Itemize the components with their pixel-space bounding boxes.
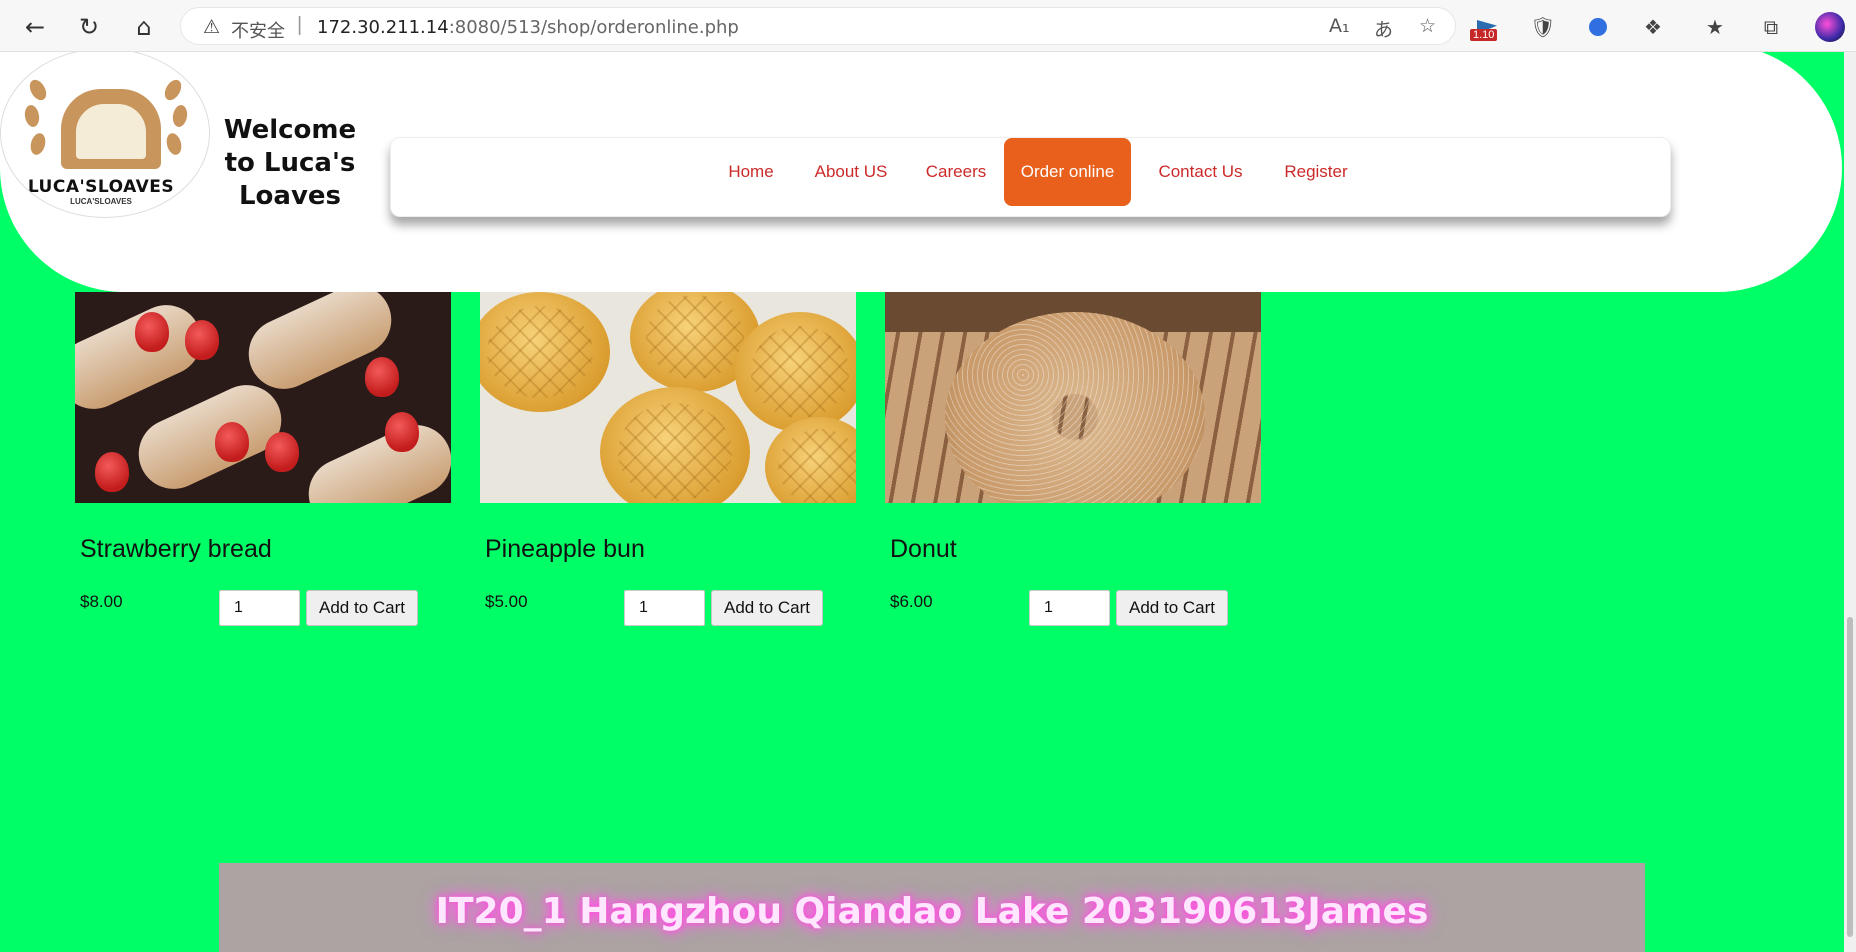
translate-icon[interactable]: あ (1374, 15, 1393, 42)
laurel-leaf (28, 131, 48, 157)
product-price: $6.00 (890, 592, 933, 611)
nav-home[interactable]: Home (711, 138, 791, 206)
croissant-shape (127, 373, 293, 501)
laurel-leaf (161, 76, 185, 104)
url-path: :8080/513/shop/orderonline.php (448, 17, 739, 38)
url-host: 172.30.211.14 (317, 17, 449, 38)
address-separator: | (297, 14, 303, 36)
product-image-donut[interactable] (885, 292, 1261, 503)
quantity-input[interactable]: 1 (219, 590, 300, 626)
product-name: Pineapple bun (485, 535, 645, 563)
bun-shape (735, 312, 856, 432)
nav-careers[interactable]: Careers (911, 138, 1001, 206)
read-aloud-icon[interactable]: A₁ (1329, 15, 1350, 37)
laurel-leaf (23, 103, 41, 129)
bun-shape (765, 417, 856, 503)
strawberry-shape (385, 412, 419, 452)
extensions-icon[interactable]: ❖ (1638, 12, 1668, 42)
bagel-shape (945, 312, 1205, 503)
edge-extension-icon[interactable] (1583, 12, 1613, 42)
scrollbar-thumb[interactable] (1847, 617, 1853, 937)
footer-text: IT20_1 Hangzhou Qiandao Lake 203190613Ja… (435, 891, 1429, 932)
page-viewport: Strawberry bread $8.00 1 Add to Cart Pin… (0, 52, 1856, 952)
address-bar[interactable]: ⚠ 不安全 | 172.30.211.14:8080/513/shop/orde… (180, 7, 1456, 45)
strawberry-shape (135, 312, 169, 352)
strawberry-shape (265, 432, 299, 472)
site-logo[interactable]: LUCA'SLOAVES LUCA'SLOAVES (0, 52, 210, 218)
croissant-shape (297, 413, 451, 503)
laurel-leaf (164, 131, 184, 157)
url-text[interactable]: 172.30.211.14:8080/513/shop/orderonline.… (317, 17, 739, 38)
logo-text: LUCA'SLOAVES (27, 177, 175, 197)
bun-shape (480, 292, 610, 412)
laurel-leaf (171, 103, 189, 129)
profile-avatar[interactable] (1815, 12, 1845, 42)
site-header: LUCA'SLOAVES LUCA'SLOAVES Welcome to Luc… (0, 52, 1842, 292)
laurel-leaf (26, 76, 50, 104)
nav-about[interactable]: About US (801, 138, 901, 206)
product-image-strawberry[interactable] (75, 292, 451, 503)
home-icon[interactable]: ⌂ (127, 10, 161, 44)
back-icon[interactable]: ← (18, 10, 52, 44)
product-price: $5.00 (485, 592, 528, 611)
add-favorite-icon[interactable]: ☆ (1419, 15, 1436, 37)
logo-subtext: LUCA'SLOAVES (70, 197, 132, 206)
strawberry-shape (215, 422, 249, 462)
strawberry-shape (365, 357, 399, 397)
strawberry-shape (185, 320, 219, 360)
extension-badge: 1.10 (1470, 29, 1498, 41)
quantity-input[interactable]: 1 (1029, 590, 1110, 626)
page-scrollbar[interactable] (1844, 52, 1856, 952)
product-image-pineapple-bun[interactable] (480, 292, 856, 503)
product-name: Donut (890, 535, 957, 563)
warning-icon[interactable]: ⚠ (203, 16, 220, 38)
security-label[interactable]: 不安全 (231, 17, 285, 43)
welcome-heading: Welcome to Luca's Loaves (223, 115, 357, 211)
refresh-icon[interactable]: ↻ (72, 10, 106, 44)
add-to-cart-button[interactable]: Add to Cart (1116, 590, 1228, 626)
bread-slice-shape (76, 104, 146, 159)
shield-extension-icon[interactable]: 🛡 (1528, 12, 1558, 42)
favorites-icon[interactable]: ★ (1700, 12, 1730, 42)
collections-icon[interactable]: ⧉ (1756, 12, 1786, 42)
site-footer: IT20_1 Hangzhou Qiandao Lake 203190613Ja… (219, 863, 1645, 952)
add-to-cart-button[interactable]: Add to Cart (306, 590, 418, 626)
browser-toolbar: ← ↻ ⌂ ⚠ 不安全 | 172.30.211.14:8080/513/sho… (0, 0, 1856, 52)
nav-register[interactable]: Register (1266, 138, 1366, 206)
product-name: Strawberry bread (80, 535, 272, 563)
add-to-cart-button[interactable]: Add to Cart (711, 590, 823, 626)
nav-contact[interactable]: Contact Us (1143, 138, 1258, 206)
main-navigation: Home About US Careers Order online Conta… (390, 137, 1671, 217)
strawberry-shape (95, 452, 129, 492)
bun-shape (600, 387, 750, 503)
quantity-input[interactable]: 1 (624, 590, 705, 626)
flag-extension-icon[interactable]: 1.10 (1470, 12, 1502, 42)
product-price: $8.00 (80, 592, 123, 611)
nav-order-online[interactable]: Order online (1004, 138, 1131, 206)
